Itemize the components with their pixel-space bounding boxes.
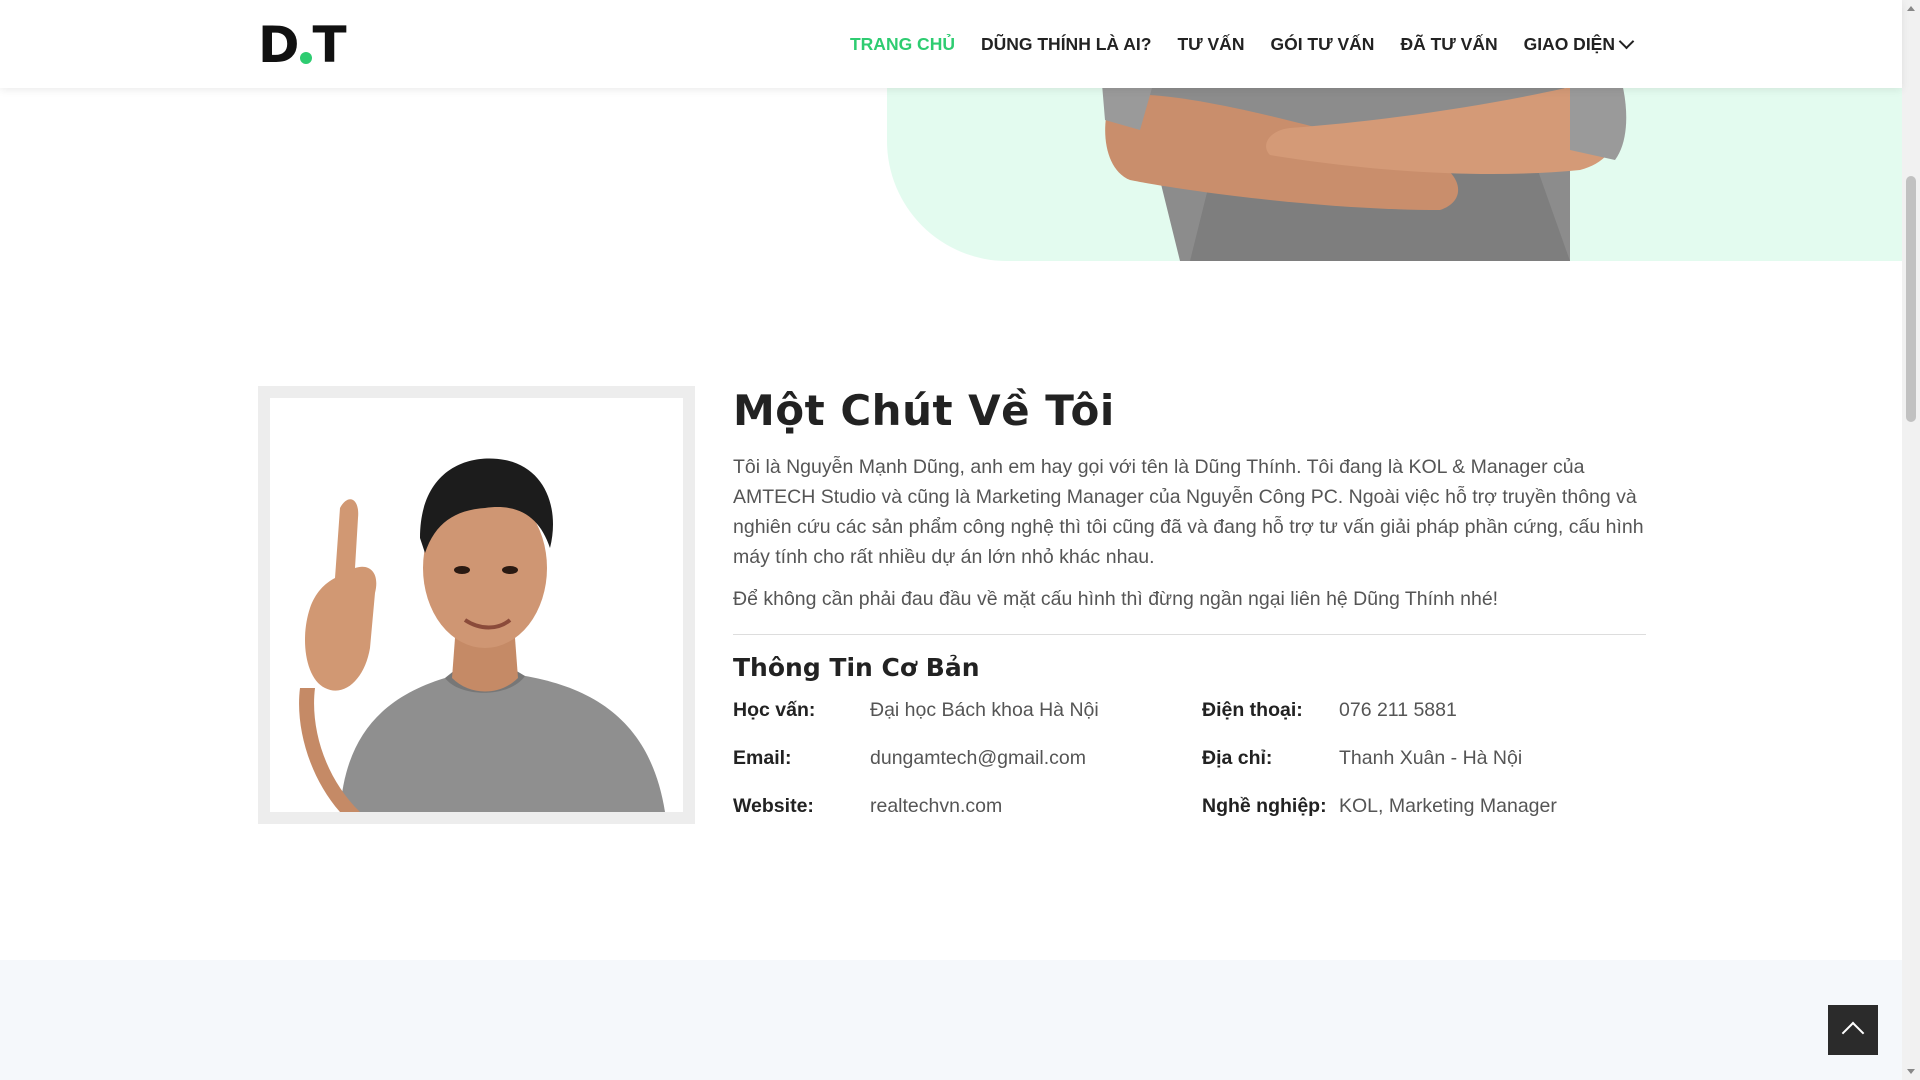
- page-scrollbar[interactable]: [1902, 0, 1920, 1080]
- nav-item-giao-dien-label: GIAO DIỆN: [1523, 33, 1615, 54]
- website-label: Website:: [733, 795, 814, 817]
- about-paragraph-1: Tôi là Nguyễn Mạnh Dũng, anh em hay gọi …: [733, 456, 1644, 568]
- scroll-down-arrow-icon[interactable]: [1907, 1069, 1915, 1074]
- profile-photo-frame: [258, 386, 695, 824]
- info-grid: Học vấn: Đại học Bách khoa Hà Nội Điện t…: [733, 696, 1646, 820]
- logo-letter-t: T: [312, 16, 347, 74]
- job-label: Nghề nghiệp:: [1202, 795, 1327, 817]
- scroll-up-arrow-icon[interactable]: [1907, 6, 1915, 11]
- profile-photo: [270, 398, 683, 812]
- education-label: Học vấn:: [733, 699, 816, 721]
- info-title: Thông Tin Cơ Bản: [733, 653, 980, 682]
- nav-item-goi-tu-van[interactable]: GÓI TƯ VẤN: [1270, 34, 1374, 55]
- next-section-band: [0, 960, 1902, 1080]
- chevron-down-icon: [1618, 33, 1635, 50]
- nav-item-tu-van[interactable]: TƯ VẤN: [1177, 34, 1244, 55]
- scrollbar-thumb[interactable]: [1906, 176, 1916, 422]
- chevron-up-icon: [1841, 1021, 1865, 1045]
- nav-item-trang-chu[interactable]: TRANG CHỦ: [850, 34, 955, 55]
- job-value: KOL, Marketing Manager: [1339, 795, 1557, 817]
- education-value: Đại học Bách khoa Hà Nội: [870, 699, 1099, 721]
- site-logo[interactable]: DT: [258, 16, 347, 74]
- logo-dot: [299, 52, 312, 64]
- phone-value: 076 211 5881: [1339, 699, 1457, 721]
- nav-item-dung-thinh-la-ai[interactable]: DŨNG THÍNH LÀ AI?: [981, 34, 1151, 55]
- about-paragraph-2: Để không cần phải đau đầu về mặt cấu hìn…: [733, 588, 1499, 610]
- address-label: Địa chỉ:: [1202, 747, 1273, 769]
- logo-letter-d: D: [258, 16, 299, 74]
- nav-item-da-tu-van[interactable]: ĐÃ TƯ VẤN: [1400, 34, 1497, 55]
- back-to-top-button[interactable]: [1828, 1005, 1878, 1055]
- hero-person-image: [1100, 60, 1640, 261]
- nav-item-giao-dien[interactable]: GIAO DIỆN: [1523, 33, 1635, 55]
- site-header: DT TRANG CHỦ DŨNG THÍNH LÀ AI? TƯ VẤN GÓ…: [0, 0, 1902, 88]
- website-value: realtechvn.com: [870, 795, 1003, 817]
- about-title: Một Chút Về Tôi: [733, 386, 1115, 435]
- main-nav: TRANG CHỦ DŨNG THÍNH LÀ AI? TƯ VẤN GÓI T…: [850, 0, 1635, 88]
- email-value: dungamtech@gmail.com: [870, 747, 1086, 769]
- address-value: Thanh Xuân - Hà Nội: [1339, 747, 1523, 769]
- email-label: Email:: [733, 747, 792, 769]
- about-section: Một Chút Về Tôi Tôi là Nguyễn Mạnh Dũng,…: [733, 386, 1646, 820]
- divider: [733, 634, 1646, 635]
- phone-label: Điện thoại:: [1202, 699, 1303, 721]
